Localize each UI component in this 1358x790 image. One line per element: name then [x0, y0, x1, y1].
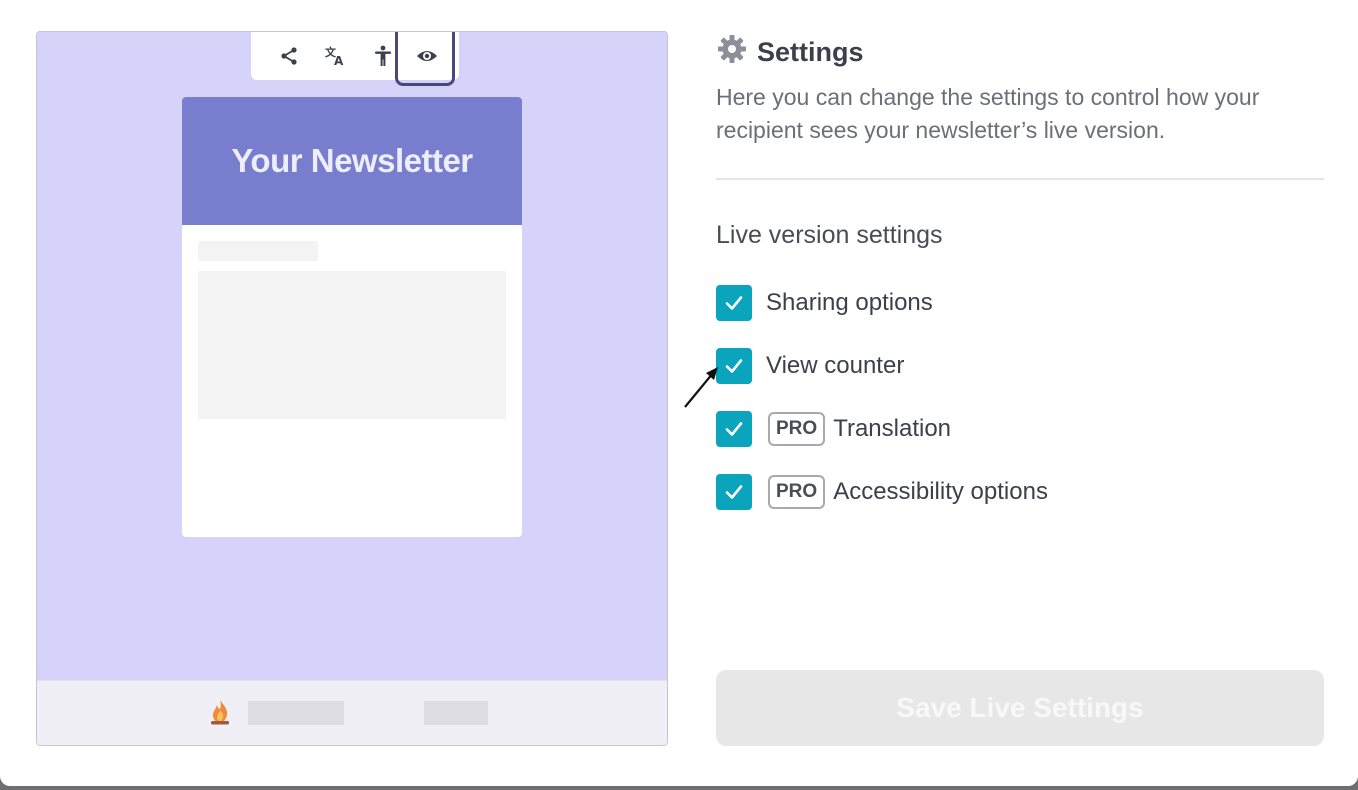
newsletter-card: Your Newsletter	[182, 97, 522, 537]
footer-placeholder	[248, 701, 344, 725]
svg-text:A: A	[334, 54, 344, 67]
option-translation: PRO Translation	[716, 411, 951, 447]
annotation-arrow-icon	[684, 367, 718, 408]
newsletter-preview: 文 A Your Newsletter	[36, 31, 668, 746]
divider	[716, 178, 1324, 180]
placeholder-block	[198, 271, 506, 419]
option-view-counter: View counter	[716, 348, 904, 384]
footer-placeholder	[424, 701, 488, 725]
option-label: Sharing options	[766, 289, 933, 316]
newsletter-title: Your Newsletter	[182, 97, 522, 225]
fire-icon	[206, 698, 234, 731]
option-label: Translation	[833, 415, 952, 442]
settings-heading: Settings	[717, 34, 864, 71]
settings-description: Here you can change the settings to cont…	[716, 84, 1260, 143]
option-sharing: Sharing options	[716, 285, 933, 321]
accessibility-options-checkbox[interactable]	[716, 474, 752, 510]
live-settings-modal: 文 A Your Newsletter Settings Here you ca…	[0, 0, 1358, 786]
translate-icon[interactable]: 文 A	[319, 40, 351, 72]
settings-title: Settings	[757, 36, 864, 67]
live-version-heading: Live version settings	[716, 221, 943, 249]
translation-checkbox[interactable]	[716, 411, 752, 447]
option-label: View counter	[766, 352, 905, 379]
preview-footer	[37, 680, 667, 745]
pro-badge: PRO	[768, 412, 826, 446]
option-label: Accessibility options	[833, 478, 1048, 505]
save-live-settings-button[interactable]: Save Live Settings	[716, 670, 1324, 746]
sharing-options-checkbox[interactable]	[716, 285, 752, 321]
pro-badge: PRO	[768, 475, 826, 509]
option-accessibility: PRO Accessibility options	[716, 474, 1048, 510]
gear-icon	[717, 34, 747, 71]
share-icon[interactable]	[273, 40, 305, 72]
eye-icon-highlight	[395, 32, 455, 86]
placeholder-line	[198, 241, 318, 261]
